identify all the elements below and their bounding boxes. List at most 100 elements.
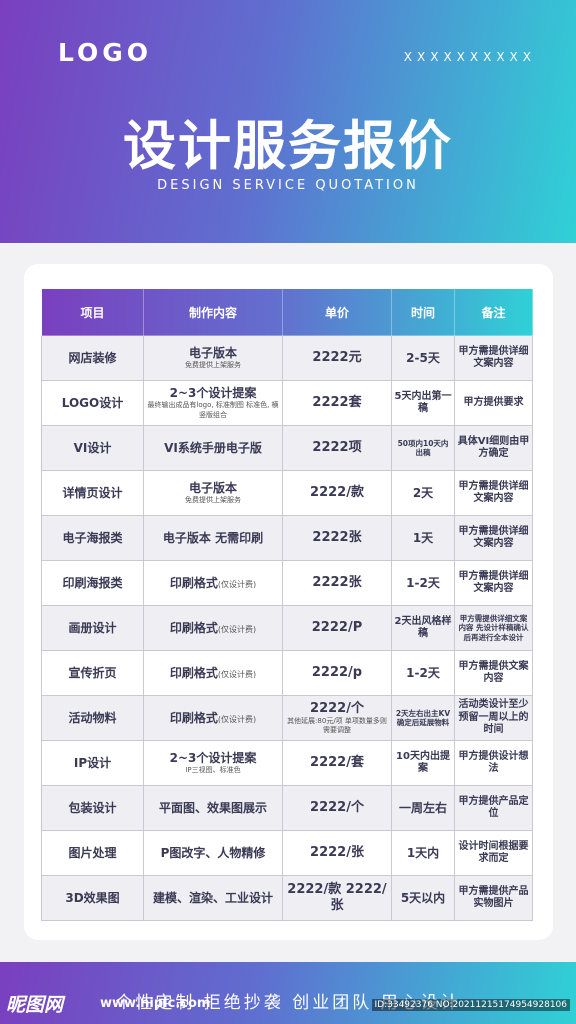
time-label: 2天左右出主KV确定后延展物料 xyxy=(395,708,451,727)
cell-item: 网店装修 xyxy=(41,335,144,381)
price-label: 2222/p xyxy=(311,664,363,680)
cell-item: 活动物料 xyxy=(41,695,144,741)
price-label: 2222套 xyxy=(312,394,362,410)
table-row: 包装设计 平面图、效果图展示 2222/个 一周左右 甲方提供产品定位 xyxy=(41,785,533,831)
content-label: 2~3个设计提案 xyxy=(169,386,257,401)
price-label: 2222/套 xyxy=(310,754,364,770)
header-content: 制作内容 xyxy=(143,288,283,336)
table-body: 网店装修 电子版本 免费提供上架服务 2222元 2-5天 甲方需提供详细文案内容 LOGO… xyxy=(41,335,533,921)
table-header-row: 项目 制作内容 单价 时间 备注 xyxy=(41,288,533,336)
cell-remark: 甲方需提供详细文案内容 xyxy=(454,470,533,516)
time-label: 10天内出提案 xyxy=(396,750,450,775)
content-label: 印刷格式 xyxy=(169,710,218,725)
remark-label: 甲方需提供详细文案内容 xyxy=(458,345,529,370)
cell-remark: 甲方需提供详细文案内容 xyxy=(454,560,533,606)
price-card: 项目 制作内容 单价 时间 备注 网店装修 电子版本 免费提供上架服务 2222元 2-… xyxy=(24,264,553,940)
cell-item: VI设计 xyxy=(41,425,144,471)
cell-price: 2222元 xyxy=(282,335,392,381)
cell-item: 详情页设计 xyxy=(41,470,144,516)
price-label: 2222张 xyxy=(312,574,362,590)
cell-time: 5天内出第一稿 xyxy=(391,380,455,426)
price-label: 2222/张 xyxy=(310,844,364,860)
remark-label: 甲方需提供产品实物图片 xyxy=(458,885,529,910)
cell-price: 2222/P xyxy=(282,605,392,651)
item-label: 画册设计 xyxy=(68,620,117,635)
table-row: 3D效果图 建模、渲染、工业设计 2222/款 2222/张 5天以内 甲方需提供产品实… xyxy=(41,875,533,921)
cell-remark: 甲方需提供详细文案内容 先设计样稿确认后再进行全本设计 xyxy=(454,605,533,651)
watermark-logo: 昵图网 xyxy=(6,994,64,1016)
time-label: 1天 xyxy=(412,530,434,545)
item-label: 网店装修 xyxy=(68,350,117,365)
header-price: 单价 xyxy=(282,288,392,336)
cell-price: 2222张 xyxy=(282,560,392,606)
item-label: 详情页设计 xyxy=(62,485,123,500)
table-row: 电子海报类 电子版本 无需印刷 2222张 1天 甲方需提供详细文案内容 xyxy=(41,515,533,561)
cell-time: 2天出风格样稿 xyxy=(391,605,455,651)
item-label: 包装设计 xyxy=(68,800,117,815)
cell-time: 2天左右出主KV确定后延展物料 xyxy=(391,695,455,741)
item-label: 3D效果图 xyxy=(65,890,120,905)
price-note: 其他延展:80元/项 单项数量多则需要调整 xyxy=(287,717,387,735)
time-label: 一周左右 xyxy=(398,800,447,815)
cell-remark: 甲方需提供文案内容 xyxy=(454,650,533,696)
remark-label: 甲方需提供详细文案内容 xyxy=(458,525,529,550)
table-row: 印刷海报类 印刷格式(仅设计费) 2222张 1-2天 甲方需提供详细文案内容 xyxy=(41,560,533,606)
remark-label: 甲方提供产品定位 xyxy=(458,795,529,820)
cell-content: 电子版本 免费提供上架服务 xyxy=(143,335,283,381)
cell-remark: 甲方需提供详细文案内容 xyxy=(454,335,533,381)
watermark-id: ID:33492376 NO:20211215174954928106 xyxy=(371,999,570,1011)
content-note: 最终输出成品有logo, 标准制图 标准色, 横竖版组合 xyxy=(147,401,279,419)
cell-item: 画册设计 xyxy=(41,605,144,651)
table-row: 画册设计 印刷格式(仅设计费) 2222/P 2天出风格样稿 甲方需提供详细文案内容 先… xyxy=(41,605,533,651)
content-label: 电子版本 无需印刷 xyxy=(162,530,264,545)
content-note: (仅设计费) xyxy=(217,669,257,679)
cell-time: 1天内 xyxy=(391,830,455,876)
cell-price: 2222套 xyxy=(282,380,392,426)
price-label: 2222张 xyxy=(312,529,362,545)
cell-content: 2~3个设计提案 IP三视图、标准色 xyxy=(143,740,283,786)
cell-item: 图片处理 xyxy=(41,830,144,876)
cell-content: 电子版本 免费提供上架服务 xyxy=(143,470,283,516)
table-row: LOGO设计 2~3个设计提案 最终输出成品有logo, 标准制图 标准色, 横竖版… xyxy=(41,380,533,426)
cell-price: 2222/p xyxy=(282,650,392,696)
time-label: 2天 xyxy=(412,485,434,500)
time-label: 2天出风格样稿 xyxy=(394,615,452,640)
price-label: 2222/款 xyxy=(310,484,364,500)
time-label: 5天以内 xyxy=(400,890,446,905)
remark-label: 甲方需提供详细文案内容 xyxy=(458,480,529,505)
item-label: IP设计 xyxy=(73,755,112,770)
cell-time: 一周左右 xyxy=(391,785,455,831)
cell-time: 1天 xyxy=(391,515,455,561)
item-label: 活动物料 xyxy=(68,710,117,725)
cell-item: 电子海报类 xyxy=(41,515,144,561)
cell-price: 2222/个 其他延展:80元/项 单项数量多则需要调整 xyxy=(282,695,392,741)
table-row: VI设计 VI系统手册电子版 2222项 50项内10天内出稿 具体VI细则由甲方确定 xyxy=(41,425,533,471)
content-label: 建模、渲染、工业设计 xyxy=(152,890,273,905)
table-row: 宣传折页 印刷格式(仅设计费) 2222/p 1-2天 甲方需提供文案内容 xyxy=(41,650,533,696)
cell-remark: 设计时间根据要求而定 xyxy=(454,830,533,876)
header-item: 项目 xyxy=(41,288,144,336)
content-label: 印刷格式 xyxy=(169,665,218,680)
cell-item: LOGO设计 xyxy=(41,380,144,426)
table-row: 活动物料 印刷格式(仅设计费) 2222/个 其他延展:80元/项 单项数量多则需要调… xyxy=(41,695,533,741)
cell-time: 2-5天 xyxy=(391,335,455,381)
cell-item: 印刷海报类 xyxy=(41,560,144,606)
price-label: 2222项 xyxy=(312,439,362,455)
cell-content: 印刷格式(仅设计费) xyxy=(143,560,283,606)
item-label: 图片处理 xyxy=(68,845,117,860)
remark-label: 具体VI细则由甲方确定 xyxy=(457,435,530,460)
cell-content: 印刷格式(仅设计费) xyxy=(143,605,283,651)
cell-content: 建模、渲染、工业设计 xyxy=(143,875,283,921)
watermark-url: www.nipic.com xyxy=(100,996,211,1011)
cell-price: 2222张 xyxy=(282,515,392,561)
content-label: VI系统手册电子版 xyxy=(164,440,262,455)
cell-content: 平面图、效果图展示 xyxy=(143,785,283,831)
time-label: 2-5天 xyxy=(406,350,440,365)
content-label: 电子版本 xyxy=(188,480,237,495)
cell-item: 包装设计 xyxy=(41,785,144,831)
table-row: IP设计 2~3个设计提案 IP三视图、标准色 2222/套 10天内出提案 甲方提供设计… xyxy=(41,740,533,786)
item-label: 电子海报类 xyxy=(62,530,123,545)
cell-remark: 甲方提供要求 xyxy=(454,380,533,426)
cell-time: 10天内出提案 xyxy=(391,740,455,786)
cell-remark: 甲方需提供产品实物图片 xyxy=(454,875,533,921)
